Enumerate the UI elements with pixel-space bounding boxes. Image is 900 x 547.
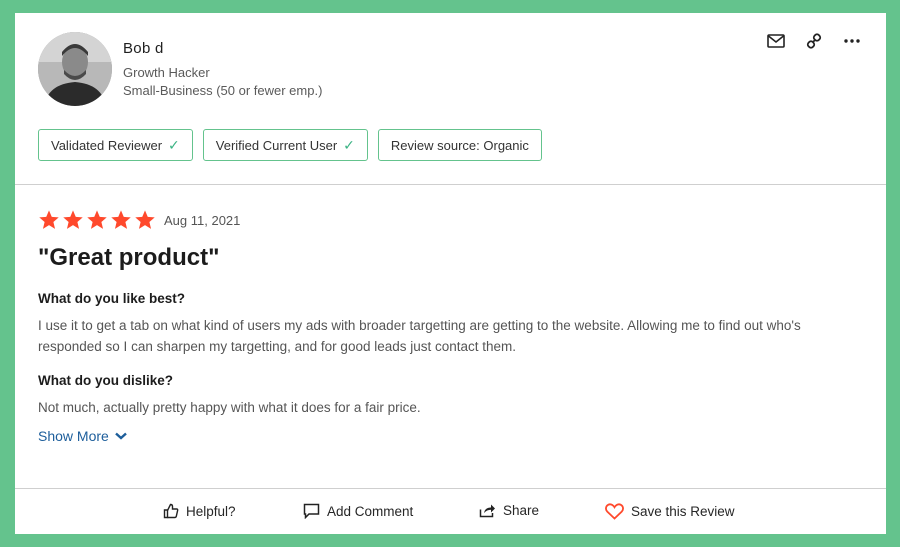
share-button[interactable]: Share bbox=[479, 503, 539, 518]
more-icon[interactable] bbox=[842, 32, 862, 50]
question-like-best: What do you like best? bbox=[38, 291, 186, 306]
star-icon bbox=[135, 210, 155, 229]
badge-review-source[interactable]: Review source: Organic bbox=[377, 129, 542, 161]
reviewer-title: Growth Hacker bbox=[123, 65, 210, 80]
review-footer: Helpful? Add Comment Share Save this Rev… bbox=[15, 489, 886, 534]
check-icon: ✓ bbox=[343, 136, 355, 153]
avatar-image bbox=[38, 32, 112, 106]
reviewer-name[interactable]: Bob d bbox=[123, 40, 164, 57]
share-icon bbox=[479, 504, 495, 518]
star-icon bbox=[39, 210, 59, 229]
review-date: Aug 11, 2021 bbox=[164, 212, 241, 228]
heart-icon bbox=[605, 503, 624, 520]
save-review-label: Save this Review bbox=[631, 504, 735, 519]
helpful-button[interactable]: Helpful? bbox=[163, 503, 236, 519]
thumbs-up-icon bbox=[163, 503, 179, 519]
badge-verified-current-user[interactable]: Verified Current User ✓ bbox=[202, 129, 368, 161]
star-icon bbox=[111, 210, 131, 229]
add-comment-button[interactable]: Add Comment bbox=[303, 503, 413, 519]
mail-icon[interactable] bbox=[766, 32, 786, 50]
comment-icon bbox=[303, 503, 320, 519]
star-icon bbox=[87, 210, 107, 229]
badge-label: Review source: Organic bbox=[390, 137, 529, 153]
chevron-down-icon bbox=[115, 432, 127, 440]
rating-row: Aug 11, 2021 bbox=[38, 207, 863, 233]
reviewer-header: Bob d Growth Hacker Small-Business (50 o… bbox=[15, 13, 886, 185]
helpful-label: Helpful? bbox=[186, 503, 236, 519]
show-more-link[interactable]: Show More bbox=[38, 426, 863, 446]
avatar[interactable] bbox=[38, 32, 112, 106]
reviewer-badges: Validated Reviewer ✓ Verified Current Us… bbox=[38, 129, 542, 161]
star-rating bbox=[38, 209, 156, 231]
badge-label: Verified Current User bbox=[215, 137, 338, 153]
badge-validated-reviewer[interactable]: Validated Reviewer ✓ bbox=[38, 129, 193, 161]
review-card: Bob d Growth Hacker Small-Business (50 o… bbox=[15, 13, 886, 534]
review-body: Aug 11, 2021 "Great product" What do you… bbox=[38, 207, 863, 446]
answer-like-best: I use it to get a tab on what kind of us… bbox=[38, 318, 801, 354]
add-comment-label: Add Comment bbox=[327, 503, 414, 519]
header-divider bbox=[15, 184, 886, 185]
badge-label: Validated Reviewer bbox=[51, 137, 163, 153]
answer-dislike: Not much, actually pretty happy with wha… bbox=[38, 400, 421, 415]
header-actions bbox=[766, 32, 862, 50]
check-icon: ✓ bbox=[168, 136, 180, 153]
show-more-label: Show More bbox=[38, 428, 109, 444]
question-dislike: What do you dislike? bbox=[38, 373, 174, 388]
share-label: Share bbox=[503, 503, 540, 518]
reviewer-segment: Small-Business (50 or fewer emp.) bbox=[123, 83, 323, 98]
link-icon[interactable] bbox=[804, 32, 824, 50]
save-review-button[interactable]: Save this Review bbox=[605, 503, 735, 520]
review-title: "Great product" bbox=[38, 244, 220, 271]
star-icon bbox=[63, 210, 83, 229]
